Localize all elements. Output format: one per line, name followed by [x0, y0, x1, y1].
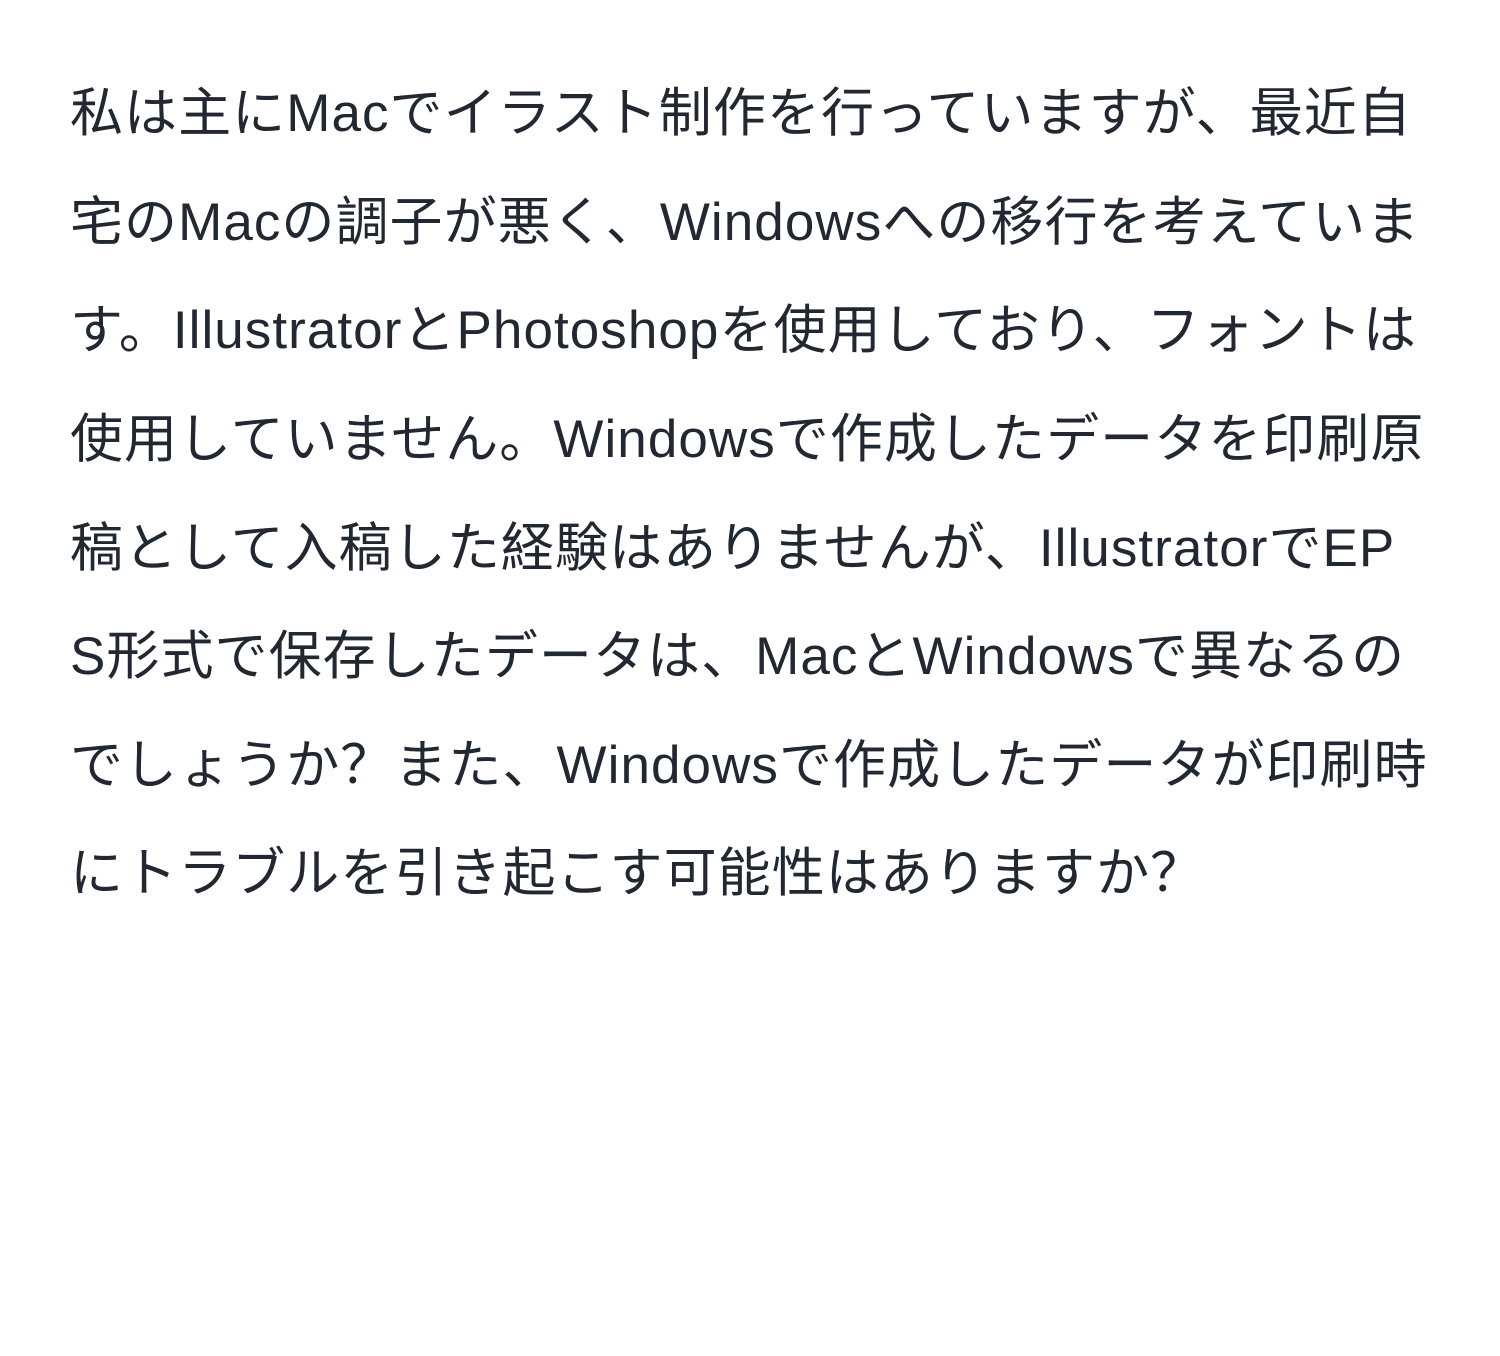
document-paragraph: 私は主にMacでイラスト制作を行っていますが、最近自宅のMacの調子が悪く、Wi… — [70, 60, 1430, 929]
